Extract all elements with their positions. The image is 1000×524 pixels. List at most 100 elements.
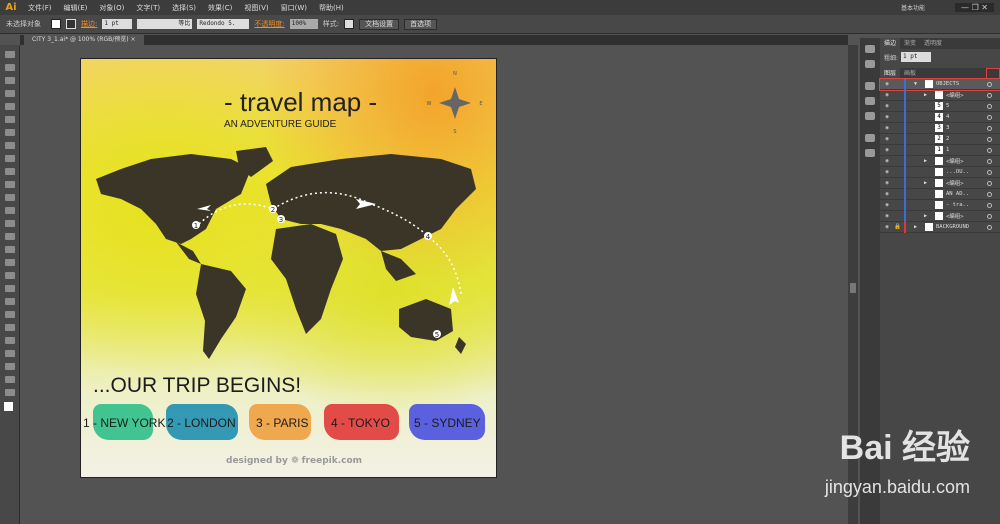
type-tool-icon[interactable] [4, 116, 15, 123]
gradient-icon[interactable] [865, 60, 875, 68]
direct-selection-tool-icon[interactable] [4, 64, 15, 71]
target-circle-icon[interactable] [987, 169, 992, 175]
scale-tool-icon[interactable] [4, 207, 15, 214]
swatches-icon[interactable] [865, 82, 875, 90]
target-circle-icon[interactable] [987, 147, 992, 153]
menu-view[interactable]: 视图(V) [238, 3, 274, 13]
target-circle-icon[interactable] [987, 92, 992, 98]
stroke-label[interactable]: 描边: [81, 19, 97, 29]
visibility-eye-icon[interactable]: ◉ [880, 180, 894, 186]
visibility-eye-icon[interactable]: ◉ [880, 224, 894, 230]
stroke-swatch[interactable] [66, 19, 76, 29]
target-circle-icon[interactable] [987, 180, 992, 186]
expand-arrow-icon[interactable]: ▶ [924, 158, 932, 164]
visibility-eye-icon[interactable]: ◉ [880, 103, 894, 109]
visibility-eye-icon[interactable]: ◉ [880, 158, 894, 164]
layer-row[interactable]: ◉ 🔒 ▶ BACKGROUND [880, 221, 1000, 233]
layer-row[interactable]: ◉ ▼ OBJECTS [879, 78, 1000, 91]
layer-row[interactable]: ◉ ...OU.. [880, 166, 1000, 178]
menu-file[interactable]: 文件(F) [22, 3, 58, 13]
menu-object[interactable]: 对象(O) [93, 3, 130, 13]
tab-artboards[interactable]: 画板 [900, 68, 920, 79]
close-icon[interactable]: × [131, 36, 136, 43]
visibility-eye-icon[interactable]: ◉ [880, 81, 894, 87]
menu-type[interactable]: 文字(T) [130, 3, 166, 13]
artboard[interactable]: 1 2 3 4 5 N S W E - travel map - AN ADVENT… [80, 58, 497, 478]
artboard-tool-icon[interactable] [4, 350, 15, 357]
scrollbar-thumb[interactable] [850, 283, 856, 293]
expand-arrow-icon[interactable]: ▼ [914, 81, 922, 87]
fill-swatch[interactable] [51, 19, 61, 29]
pen-tool-icon[interactable] [4, 103, 15, 110]
expand-arrow-icon[interactable]: ▶ [924, 180, 932, 186]
visibility-eye-icon[interactable]: ◉ [880, 125, 894, 131]
transform-icon[interactable] [865, 149, 875, 157]
brush-definition[interactable]: Redondo 5. [197, 19, 250, 29]
opacity-label[interactable]: 不透明度: [254, 19, 284, 29]
tab-transparency[interactable]: 透明度 [920, 38, 946, 49]
layer-row[interactable]: ◉ 1 1 [880, 144, 1000, 156]
visibility-eye-icon[interactable]: ◉ [880, 147, 894, 153]
document-setup-button[interactable]: 文档设置 [359, 18, 400, 30]
menu-window[interactable]: 窗口(W) [275, 3, 313, 13]
eyedropper-tool-icon[interactable] [4, 298, 15, 305]
selection-tool-icon[interactable] [4, 51, 15, 58]
style-swatch[interactable] [344, 19, 355, 29]
width-tool-icon[interactable] [4, 220, 15, 227]
layer-row[interactable]: ◉ ▶ <编组> [880, 210, 1000, 222]
target-circle-icon[interactable] [987, 224, 992, 230]
color-guide-icon[interactable] [865, 45, 875, 53]
visibility-eye-icon[interactable]: ◉ [880, 92, 894, 98]
symbol-sprayer-tool-icon[interactable] [4, 324, 15, 331]
menu-edit[interactable]: 编辑(E) [58, 3, 94, 13]
layer-row[interactable]: ◉ 4 4 [880, 111, 1000, 123]
document-tab[interactable]: CITY 3_1.ai* @ 100% (RGB/预览) × [24, 35, 144, 45]
line-tool-icon[interactable] [4, 129, 15, 136]
expand-arrow-icon[interactable]: ▶ [924, 92, 932, 98]
hand-tool-icon[interactable] [4, 376, 15, 383]
paintbrush-tool-icon[interactable] [4, 155, 15, 162]
gradient-tool-icon[interactable] [4, 285, 15, 292]
zoom-tool-icon[interactable] [4, 389, 15, 396]
visibility-eye-icon[interactable]: ◉ [880, 213, 894, 219]
column-graph-tool-icon[interactable] [4, 337, 15, 344]
stroke-weight-input[interactable]: 1 pt [102, 19, 133, 29]
layer-row[interactable]: ◉ - tra.. [880, 199, 1000, 211]
symbols-icon[interactable] [865, 112, 875, 120]
workspace-switcher[interactable]: 基本功能 [901, 3, 925, 12]
target-circle-icon[interactable] [987, 136, 992, 142]
window-controls[interactable]: — ❐ ✕ [955, 3, 994, 12]
expand-arrow-icon[interactable]: ▶ [914, 224, 922, 230]
target-circle-icon[interactable] [987, 191, 992, 197]
eraser-tool-icon[interactable] [4, 181, 15, 188]
menu-select[interactable]: 选择(S) [166, 3, 202, 13]
panel-menu-button[interactable] [986, 68, 1000, 79]
tab-layers[interactable]: 图层 [880, 68, 901, 79]
target-circle-icon[interactable] [987, 202, 992, 208]
visibility-eye-icon[interactable]: ◉ [880, 169, 894, 175]
layer-row[interactable]: ◉ 3 3 [880, 122, 1000, 134]
rectangle-tool-icon[interactable] [4, 142, 15, 149]
target-circle-icon[interactable] [987, 158, 992, 164]
perspective-grid-tool-icon[interactable] [4, 259, 15, 266]
shape-builder-tool-icon[interactable] [4, 246, 15, 253]
layer-row[interactable]: ◉ ▶ <编组> [880, 89, 1000, 101]
visibility-eye-icon[interactable]: ◉ [880, 191, 894, 197]
visibility-eye-icon[interactable]: ◉ [880, 114, 894, 120]
magic-wand-tool-icon[interactable] [4, 77, 15, 84]
visibility-eye-icon[interactable]: ◉ [880, 202, 894, 208]
brushes-icon[interactable] [865, 97, 875, 105]
slice-tool-icon[interactable] [4, 363, 15, 370]
weight-input[interactable]: 1 pt [901, 52, 932, 62]
target-circle-icon[interactable] [987, 114, 992, 120]
mesh-tool-icon[interactable] [4, 272, 15, 279]
target-circle-icon[interactable] [987, 81, 992, 87]
visibility-eye-icon[interactable]: ◉ [880, 136, 894, 142]
variable-width-profile[interactable]: 等比 [137, 19, 193, 29]
free-transform-tool-icon[interactable] [4, 233, 15, 240]
appearance-icon[interactable] [865, 134, 875, 142]
menu-help[interactable]: 帮助(H) [313, 3, 350, 13]
tab-stroke[interactable]: 描边 [880, 38, 901, 49]
layer-row[interactable]: ◉ ▶ <编组> [880, 155, 1000, 167]
menu-effect[interactable]: 效果(C) [202, 3, 238, 13]
